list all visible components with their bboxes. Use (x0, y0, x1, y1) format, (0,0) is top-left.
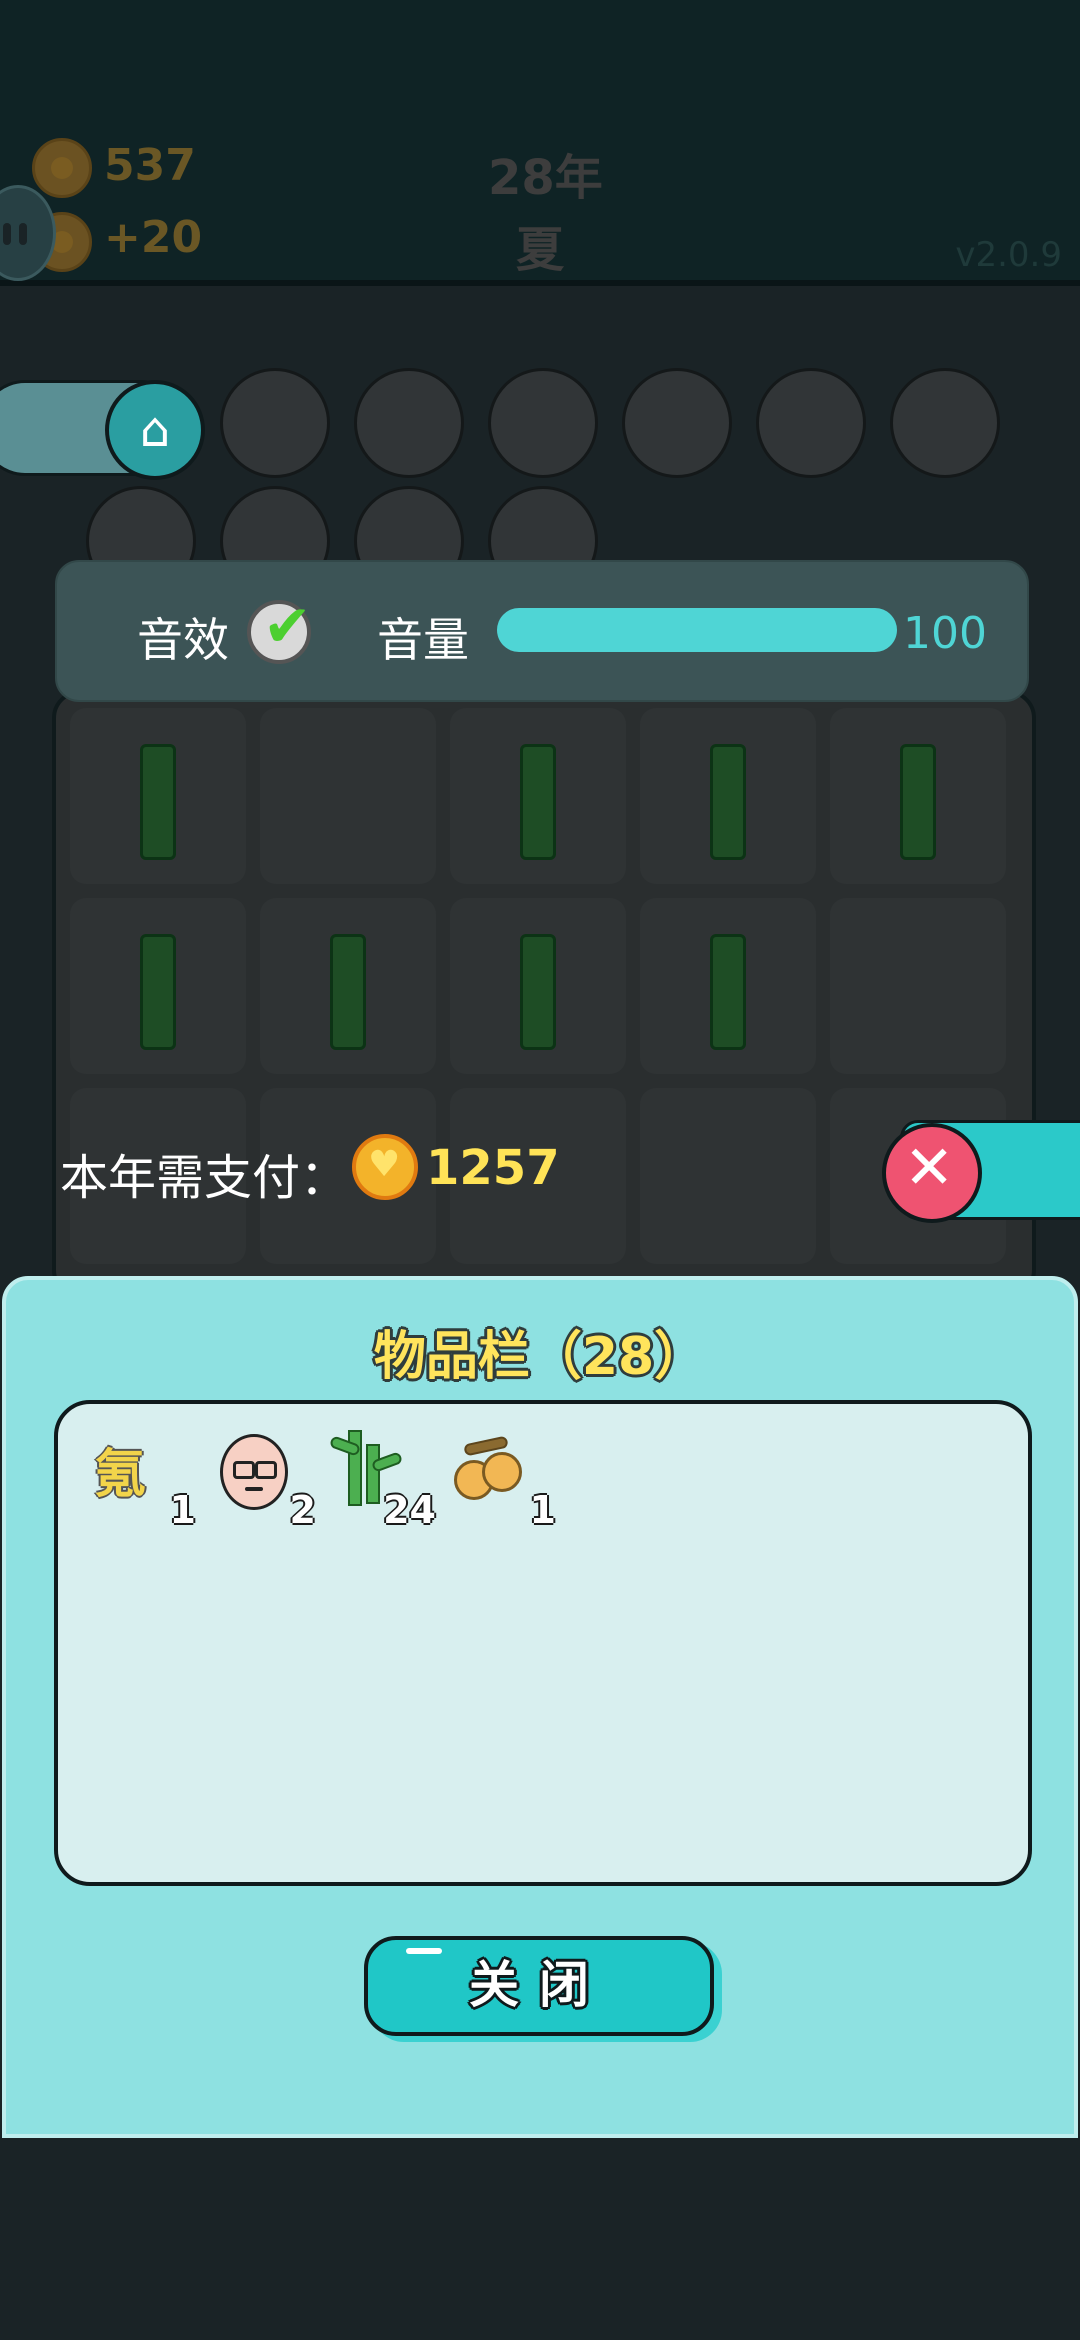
board-cell[interactable] (830, 898, 1006, 1074)
item-count: 1 (169, 1488, 196, 1532)
inventory-item-krypton[interactable]: 氪 1 (94, 1426, 204, 1536)
gold-coin-icon (32, 138, 92, 198)
inventory-grid: 氪 1 2 24 1 (54, 1400, 1032, 1886)
sound-effects-label: 音效 (137, 613, 229, 667)
inventory-item-old-man[interactable]: 2 (214, 1426, 324, 1536)
season-label: 夏 (516, 222, 565, 278)
board-cell[interactable] (70, 708, 246, 884)
shield-wrench-icon[interactable] (488, 368, 598, 478)
payment-label: 本年需支付： (60, 1150, 349, 1206)
cat-icon[interactable] (622, 368, 732, 478)
home-icon[interactable]: ⌂ (105, 380, 205, 480)
inventory-panel: 物品栏（28） 氪 1 2 24 1 关闭 (2, 1276, 1078, 2138)
year-label: 28年 (488, 150, 603, 206)
minus-item-icon[interactable] (220, 368, 330, 478)
close-icon: ✕ (904, 1133, 955, 1203)
board-cell[interactable] (260, 708, 436, 884)
income-amount: +20 (104, 212, 203, 263)
button-shine (406, 1948, 442, 1954)
item-count: 1 (529, 1488, 556, 1532)
board-cell[interactable] (260, 898, 436, 1074)
board-cell[interactable] (640, 898, 816, 1074)
top-bar-divider (0, 280, 1080, 286)
gold-amount: 537 (104, 140, 196, 191)
board-cell[interactable] (830, 708, 1006, 884)
close-x-button[interactable]: ✕ (882, 1123, 982, 1223)
checkmark-icon: ✔ (263, 592, 312, 660)
settings-overlay: 音效 ✔ 音量 100 (55, 560, 1029, 702)
board-cell[interactable] (450, 708, 626, 884)
old-man-face-icon (220, 1434, 288, 1510)
close-button-label: 关闭 (469, 1956, 609, 2014)
item-count: 2 (289, 1488, 316, 1532)
item-count: 24 (383, 1488, 436, 1532)
volume-value: 100 (903, 608, 987, 659)
volume-slider[interactable] (497, 608, 897, 652)
delete-tag-icon[interactable] (354, 368, 464, 478)
board-cell[interactable] (640, 1088, 816, 1264)
skip-icon[interactable] (890, 368, 1000, 478)
sound-effects-checkbox[interactable]: ✔ (247, 592, 312, 664)
volume-label: 音量 (377, 613, 469, 667)
krypton-glyph-icon: 氪 (94, 1445, 147, 1505)
board-cell[interactable] (70, 898, 246, 1074)
heart-coin-icon: ♥ (352, 1134, 418, 1200)
version-label: v2.0.9 (955, 235, 1062, 275)
inventory-title: 物品栏（28） (373, 1327, 707, 1387)
inventory-item-bamboo[interactable]: 24 (328, 1426, 444, 1536)
inventory-item-fruit[interactable]: 1 (454, 1426, 564, 1536)
board-cell[interactable] (450, 898, 626, 1074)
payment-amount: 1257 (426, 1140, 560, 1196)
close-button[interactable]: 关闭 (364, 1936, 714, 2036)
magazine-icon[interactable] (756, 368, 866, 478)
board-cell[interactable] (640, 708, 816, 884)
